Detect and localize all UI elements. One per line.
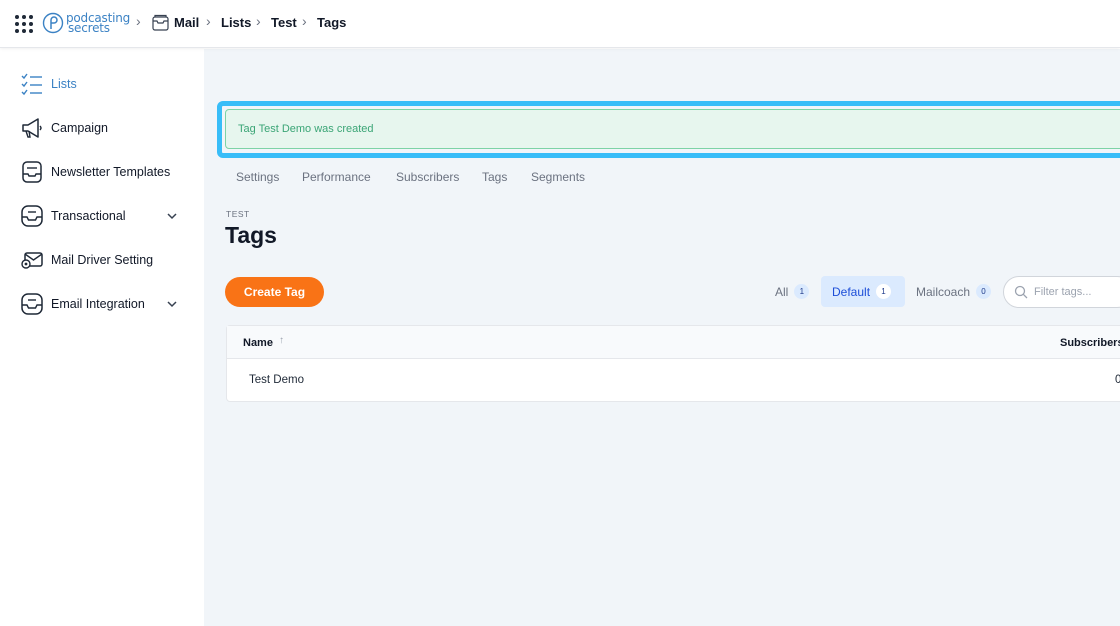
filter-count-badge: 1 — [794, 284, 810, 299]
tags-table: Name ↑ Subscribers Test Demo 0 — [226, 325, 1120, 402]
sidebar-item-campaign[interactable]: Campaign — [20, 115, 190, 141]
sidebar-item-label: Newsletter Templates — [51, 165, 171, 179]
tag-name-cell[interactable]: Test Demo — [249, 374, 304, 386]
list-check-icon — [21, 73, 42, 96]
tab-settings[interactable]: Settings — [236, 170, 279, 184]
template-icon — [22, 161, 42, 183]
search-icon — [1014, 285, 1028, 299]
filter-count-badge: 1 — [876, 284, 892, 299]
page-eyebrow: TEST — [226, 209, 250, 219]
sidebar-item-label: Campaign — [51, 121, 108, 135]
tab-subscribers[interactable]: Subscribers — [396, 170, 459, 184]
column-header-subscribers[interactable]: Subscribers — [1060, 337, 1120, 349]
sort-arrow-up-icon[interactable]: ↑ — [279, 335, 284, 346]
filter-label: Mailcoach — [916, 284, 971, 299]
breadcrumb-mail[interactable]: Mail — [174, 15, 199, 30]
tab-performance[interactable]: Performance — [302, 170, 371, 184]
sidebar-item-label: Mail Driver Setting — [51, 253, 154, 267]
success-alert: Tag Test Demo was created — [225, 109, 1120, 149]
tab-segments[interactable]: Segments — [531, 170, 585, 184]
sidebar-item-transactional[interactable]: Transactional — [20, 203, 190, 229]
inbox-icon — [21, 293, 43, 315]
breadcrumb-separator: › — [256, 13, 261, 29]
sidebar-item-mail-driver-setting[interactable]: Mail Driver Setting — [20, 247, 190, 273]
search-input[interactable] — [1034, 286, 1120, 298]
chevron-down-icon[interactable] — [166, 298, 178, 310]
breadcrumb-separator: › — [136, 13, 141, 29]
sidebar-item-email-integration[interactable]: Email Integration — [20, 291, 190, 317]
sidebar: Lists Campaign Newsletter Templates Tran… — [0, 49, 204, 626]
breadcrumb-separator: › — [302, 13, 307, 29]
filter-label: All — [775, 284, 789, 299]
tab-tags[interactable]: Tags — [482, 170, 507, 184]
logo-text: podcasting secrets — [66, 11, 131, 35]
table-header: Name ↑ Subscribers — [227, 326, 1120, 359]
sidebar-item-label: Email Integration — [51, 297, 145, 311]
mailbox-icon — [152, 14, 169, 31]
filter-all[interactable]: All 1 — [767, 276, 817, 307]
breadcrumb-separator: › — [206, 13, 211, 29]
filter-tags-search[interactable] — [1003, 276, 1120, 308]
apps-grid-icon[interactable] — [15, 15, 33, 33]
megaphone-icon — [22, 118, 42, 138]
column-header-name[interactable]: Name — [243, 337, 273, 349]
breadcrumb-lists[interactable]: Lists — [221, 15, 251, 30]
sidebar-item-lists[interactable]: Lists — [20, 71, 190, 97]
logo[interactable]: podcasting secrets — [42, 8, 130, 38]
filter-label: Default — [832, 284, 871, 299]
chevron-down-icon[interactable] — [166, 210, 178, 222]
create-tag-button[interactable]: Create Tag — [225, 277, 324, 307]
mail-gear-icon — [21, 252, 43, 269]
filter-count-badge: 0 — [976, 284, 992, 299]
page-title: Tags — [225, 222, 277, 248]
filter-mailcoach[interactable]: Mailcoach 0 — [908, 276, 999, 307]
sidebar-item-newsletter-templates[interactable]: Newsletter Templates — [20, 159, 190, 185]
sidebar-item-label: Lists — [51, 77, 77, 91]
podcast-logo-icon — [42, 12, 64, 34]
breadcrumb-tags: Tags — [317, 15, 347, 30]
sidebar-item-label: Transactional — [51, 209, 126, 223]
breadcrumb-test[interactable]: Test — [271, 15, 297, 30]
inbox-icon — [21, 205, 43, 227]
filter-default[interactable]: Default 1 — [821, 276, 905, 307]
subscribers-count-cell: 0 — [1115, 374, 1120, 386]
top-bar: podcasting secrets › Mail › Lists › Test… — [0, 0, 1120, 48]
